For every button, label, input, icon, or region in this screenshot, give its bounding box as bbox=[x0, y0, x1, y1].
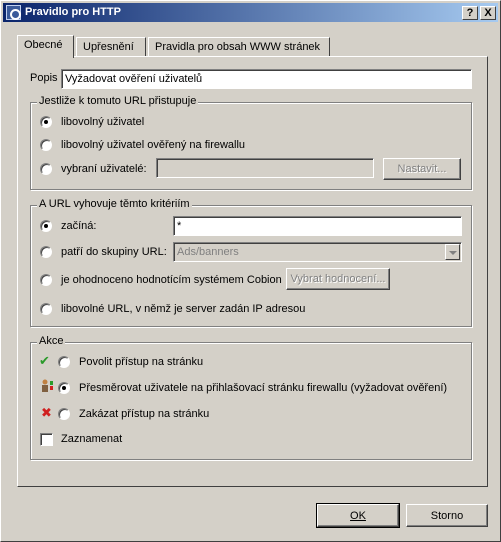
radio-url-cobion[interactable] bbox=[40, 274, 52, 286]
radio-url-starts[interactable] bbox=[40, 220, 52, 232]
cancel-button[interactable]: Storno bbox=[406, 504, 488, 527]
url-group-select-value: Ads/banners bbox=[177, 246, 239, 258]
radio-selected-users-label: vybraní uživatelé: bbox=[61, 163, 147, 175]
url-starts-input[interactable]: * bbox=[173, 216, 462, 236]
chevron-down-icon[interactable] bbox=[445, 244, 460, 260]
select-rating-button[interactable]: Vybrat hodnocení... bbox=[286, 268, 390, 290]
ok-button[interactable]: OK bbox=[316, 503, 400, 528]
allow-check-icon: ✔ bbox=[39, 353, 50, 368]
help-button[interactable]: ? bbox=[462, 6, 478, 20]
radio-action-allow[interactable] bbox=[58, 356, 70, 368]
radio-action-allow-label: Povolit přístup na stránku bbox=[79, 356, 204, 368]
radio-url-group-label: patří do skupiny URL: bbox=[61, 246, 167, 258]
tab-obecne[interactable]: Obecné bbox=[17, 35, 74, 58]
tab-upresneni[interactable]: Upřesnění bbox=[76, 37, 146, 57]
radio-action-redirect-label: Přesměrovat uživatele na přihlašovací st… bbox=[79, 382, 448, 394]
dialog-window: Pravidlo pro HTTP ? X Obecné Upřesnění P… bbox=[0, 0, 501, 542]
selected-users-field[interactable] bbox=[156, 158, 374, 178]
tab-pravidla-obsah[interactable]: Pravidla pro obsah WWW stránek bbox=[148, 37, 330, 57]
radio-url-ip-label: libovolné URL, v němž je server zadán IP… bbox=[61, 303, 306, 315]
radio-url-starts-label: začíná: bbox=[61, 220, 97, 232]
cancel-button-label: Storno bbox=[430, 510, 464, 522]
radio-selected-users[interactable] bbox=[40, 163, 52, 175]
window-title: Pravidlo pro HTTP bbox=[25, 6, 121, 18]
action-group-title: Akce bbox=[37, 335, 66, 347]
radio-action-deny-label: Zakázat přístup na stránku bbox=[79, 408, 210, 420]
radio-any-user-label: libovolný uživatel bbox=[61, 116, 145, 128]
log-checkbox-label: Zaznamenat bbox=[61, 433, 123, 445]
log-checkbox[interactable] bbox=[40, 433, 53, 446]
url-group-select[interactable]: Ads/banners bbox=[173, 242, 462, 262]
set-users-button[interactable]: Nastavit... bbox=[383, 158, 461, 180]
radio-action-redirect[interactable] bbox=[58, 382, 70, 394]
popis-label: Popis bbox=[30, 72, 58, 84]
deny-x-icon: ✖ bbox=[41, 405, 52, 420]
redirect-user-icon bbox=[42, 379, 53, 392]
app-icon bbox=[6, 5, 21, 20]
url-group-title: A URL vyhovuje těmto kritériím bbox=[37, 198, 192, 210]
close-button[interactable]: X bbox=[480, 6, 496, 20]
tab-label: Obecné bbox=[24, 39, 63, 51]
access-group-title: Jestliže k tomuto URL přistupuje bbox=[37, 95, 199, 107]
popis-input[interactable]: Vyžadovat ověření uživatelů bbox=[61, 69, 472, 89]
ok-button-label: OK bbox=[350, 510, 366, 522]
radio-any-user[interactable] bbox=[40, 116, 52, 128]
radio-url-ip[interactable] bbox=[40, 303, 52, 315]
radio-authenticated-user[interactable] bbox=[40, 139, 52, 151]
title-bar[interactable]: Pravidlo pro HTTP ? X bbox=[3, 3, 498, 22]
radio-url-cobion-label: je ohodnoceno hodnotícím systémem Cobion bbox=[61, 274, 282, 286]
radio-url-group[interactable] bbox=[40, 246, 52, 258]
radio-action-deny[interactable] bbox=[58, 408, 70, 420]
tab-label: Pravidla pro obsah WWW stránek bbox=[155, 41, 321, 53]
tab-label: Upřesnění bbox=[83, 41, 134, 53]
radio-authenticated-user-label: libovolný uživatel ověřený na firewallu bbox=[61, 139, 246, 151]
